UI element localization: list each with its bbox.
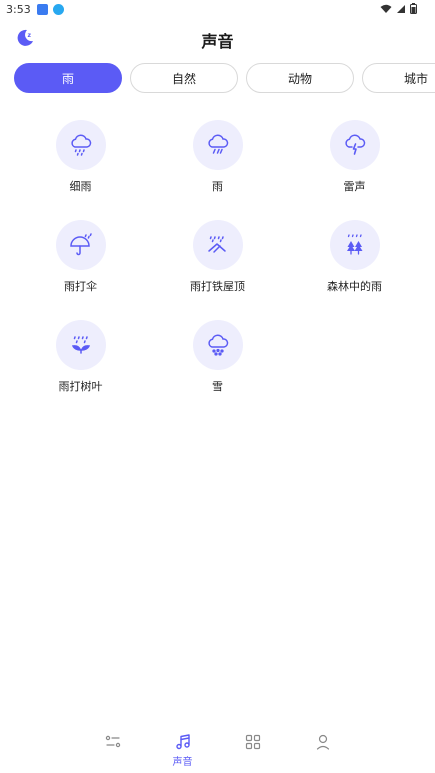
sound-label: 细雨 <box>69 180 92 193</box>
sound-item-rain-leaf[interactable]: 雨打树叶 <box>12 320 149 394</box>
sound-icon-circle <box>55 120 106 170</box>
category-tabs: 雨 自然 动物 城市 <box>14 63 435 93</box>
nav-item-sounds[interactable]: 声音 <box>148 725 218 773</box>
settings-sliders-icon <box>105 735 120 748</box>
grid-icon <box>245 734 260 750</box>
sound-item-drizzle[interactable]: 细雨 <box>12 120 149 194</box>
sound-label: 雨 <box>212 180 223 193</box>
profile-icon <box>316 734 329 750</box>
umbrella-rain-icon <box>69 233 92 256</box>
tab-city[interactable]: 城市 <box>362 63 435 93</box>
tab-nature[interactable]: 自然 <box>130 63 238 93</box>
sound-icon-circle <box>192 220 243 270</box>
wifi-icon <box>380 4 392 13</box>
sound-label: 雨打伞 <box>64 280 97 293</box>
sound-grid: 细雨 雨 雷声 雨打伞 雨打铁屋顶 森林中的雨 雨打树叶 雪 <box>12 120 422 394</box>
app-notification-icon <box>36 3 48 15</box>
sound-icon-circle <box>329 220 380 270</box>
sound-icon-circle <box>192 120 243 170</box>
forest-rain-icon <box>346 234 362 255</box>
snow-cloud-icon <box>207 334 228 356</box>
signal-icon <box>397 4 405 13</box>
nav-item-grid[interactable] <box>218 725 288 773</box>
tab-rain[interactable]: 雨 <box>14 63 122 93</box>
sound-item-thunder[interactable]: 雷声 <box>286 120 423 194</box>
download-icon <box>52 3 64 15</box>
sound-label: 雷声 <box>343 180 366 193</box>
page-title: 声音 <box>201 32 234 51</box>
sound-item-rain[interactable]: 雨 <box>149 120 286 194</box>
music-note-icon <box>175 734 190 750</box>
status-indicators <box>380 3 417 14</box>
sound-item-snow[interactable]: 雪 <box>149 320 286 394</box>
battery-icon <box>410 3 417 14</box>
sound-label: 雪 <box>212 380 223 393</box>
header: z 声音 <box>0 22 435 56</box>
nav-item-profile[interactable] <box>288 725 358 773</box>
sound-icon-circle <box>55 320 106 370</box>
sound-label: 森林中的雨 <box>327 280 382 293</box>
nav-label-sounds: 声音 <box>172 757 193 768</box>
drizzle-cloud-icon <box>70 134 91 156</box>
nav-item-settings[interactable] <box>78 725 148 773</box>
thunder-cloud-icon <box>344 134 365 155</box>
status-time: 3:53 <box>6 2 31 16</box>
bottom-nav: 声音 <box>0 725 435 773</box>
tab-animals[interactable]: 动物 <box>246 63 354 93</box>
sound-icon-circle <box>192 320 243 370</box>
status-bar: 3:53 <box>0 0 435 18</box>
rain-roof-icon <box>207 236 226 253</box>
sound-item-forest-rain[interactable]: 森林中的雨 <box>286 220 423 294</box>
sound-item-umbrella[interactable]: 雨打伞 <box>12 220 149 294</box>
sound-icon-circle <box>329 120 380 170</box>
sound-icon-circle <box>55 220 106 270</box>
rain-leaf-icon <box>71 336 90 354</box>
sound-label: 雨打铁屋顶 <box>190 280 245 293</box>
rain-cloud-icon <box>207 134 228 154</box>
sound-label: 雨打树叶 <box>58 380 103 393</box>
sound-item-rain-roof[interactable]: 雨打铁屋顶 <box>149 220 286 294</box>
